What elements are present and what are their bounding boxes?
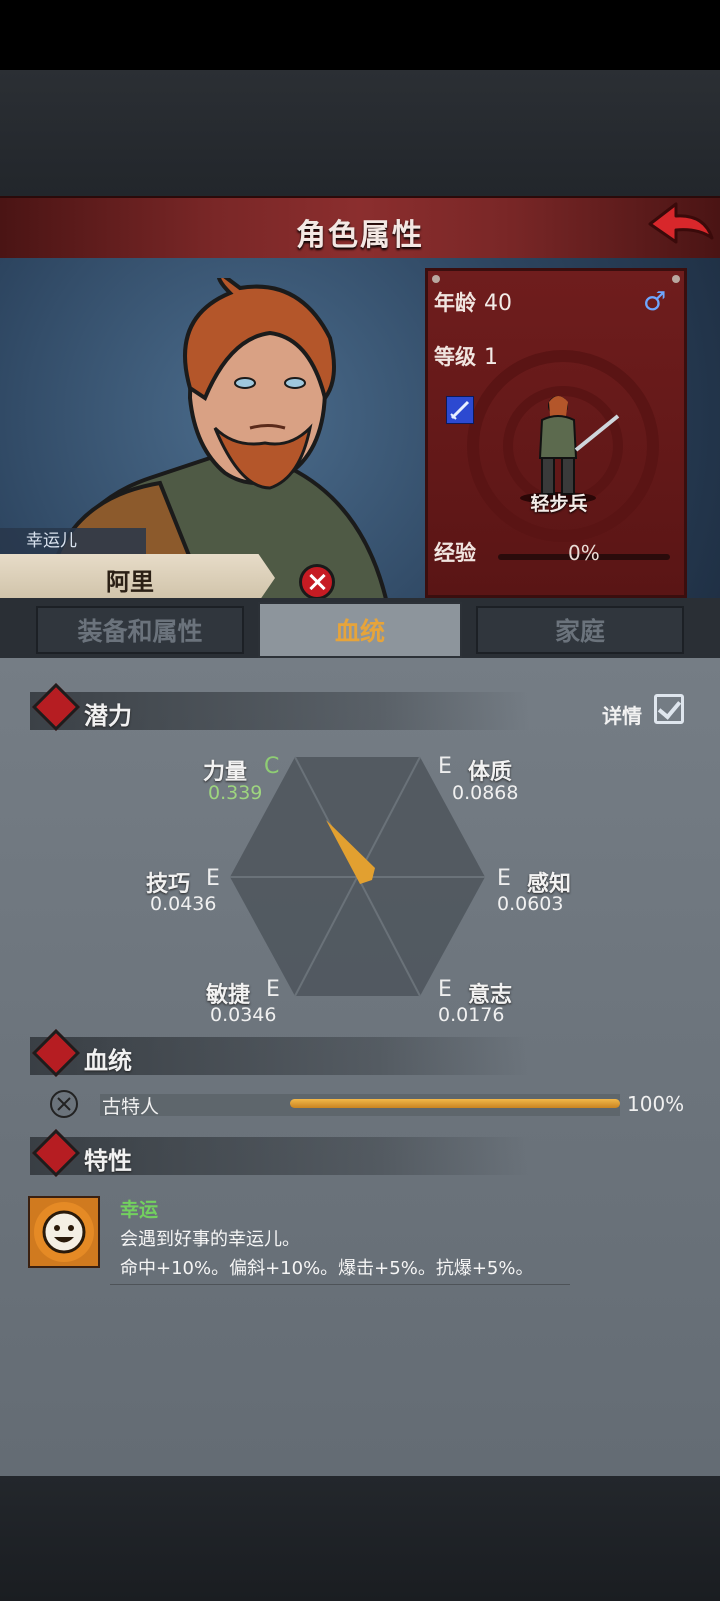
trait-name: 幸运 [120, 1199, 159, 1221]
tab-equipment-attributes[interactable]: 装备和属性 [36, 606, 244, 654]
agility-grade: E [266, 977, 280, 1002]
dismiss-close-icon[interactable] [299, 564, 335, 600]
back-arrow-button[interactable] [646, 200, 716, 252]
lucky-trait-icon[interactable] [28, 1196, 100, 1268]
level-row: 等级 1 [434, 341, 498, 371]
strength-grade: C [264, 754, 280, 779]
tab-bar: 装备和属性 血统 家庭 [0, 598, 720, 658]
level-label: 等级 [434, 345, 476, 369]
skill-grade: E [206, 866, 220, 891]
details-label: 详情 [602, 704, 642, 728]
rivet-decoration [672, 275, 680, 283]
age-value: 40 [484, 291, 512, 316]
will-value: 0.0176 [438, 1004, 505, 1026]
traits-section-label: 特性 [84, 1147, 132, 1175]
top-background [0, 70, 720, 198]
perception-value: 0.0603 [497, 893, 564, 915]
tab-bloodline[interactable]: 血统 [258, 602, 462, 658]
will-grade: E [438, 977, 452, 1002]
potential-section-label: 潜力 [84, 702, 132, 730]
unit-class-label: 轻步兵 [530, 493, 588, 515]
bloodline-name: 古特人 [102, 1096, 160, 1118]
bloodline-percent: 100% [627, 1092, 685, 1116]
strength-value: 0.339 [208, 782, 263, 804]
unit-sprite [520, 396, 620, 504]
level-value: 1 [484, 345, 498, 370]
exp-label: 经验 [434, 541, 476, 565]
details-checkbox[interactable] [654, 694, 684, 724]
character-name: 阿里 [106, 568, 154, 596]
bloodline-section-label: 血统 [84, 1047, 132, 1075]
male-icon: ♂ [643, 287, 667, 317]
tab-family[interactable]: 家庭 [476, 606, 684, 654]
character-title-tag: 幸运儿 [0, 528, 146, 554]
perception-grade: E [497, 866, 511, 891]
trait-effect: 命中+10%。偏斜+10%。爆击+5%。抗爆+5%。 [120, 1258, 534, 1279]
trait-description: 会遇到好事的幸运儿。 [120, 1229, 300, 1250]
skill-value: 0.0436 [150, 893, 217, 915]
age-label: 年龄 [434, 291, 476, 315]
divider [110, 1284, 570, 1285]
page-title: 角色属性 [296, 218, 424, 253]
sword-icon[interactable] [446, 396, 474, 424]
header-bar: 角色属性 [0, 196, 720, 262]
rivet-decoration [432, 275, 440, 283]
bottom-background [0, 1476, 720, 1601]
bloodline-bar [290, 1099, 620, 1108]
character-name-banner[interactable]: 阿里 [0, 554, 275, 602]
back-arrow-icon [648, 202, 714, 244]
constitution-value: 0.0868 [452, 782, 519, 804]
age-row: 年龄 40 [434, 287, 512, 317]
exp-value: 0% [568, 541, 600, 565]
character-info-card: 年龄 40 ♂ 等级 1 轻步兵 经验 0% [425, 268, 687, 598]
crossed-axes-icon [50, 1090, 78, 1118]
agility-value: 0.0346 [210, 1004, 277, 1026]
status-bar-area [0, 0, 720, 70]
constitution-grade: E [438, 754, 452, 779]
